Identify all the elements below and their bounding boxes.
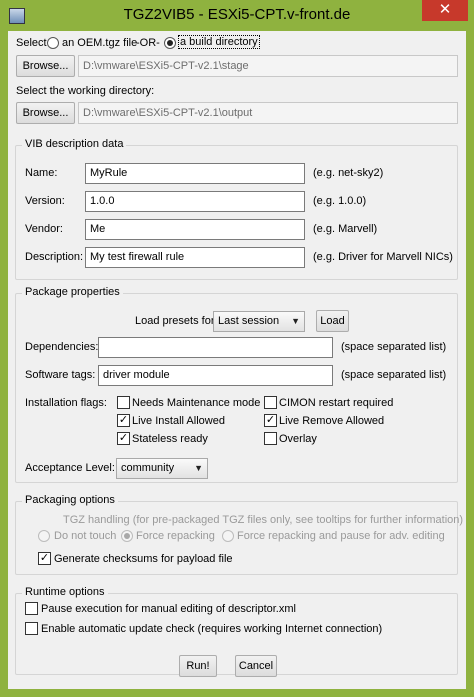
- flag-live-remove-checkbox[interactable]: ✓: [264, 414, 277, 427]
- package-group-title: Package properties: [22, 286, 123, 298]
- chevron-down-icon: ▼: [291, 316, 300, 326]
- software-tags-label: Software tags:: [25, 369, 96, 381]
- flag-cimon-label[interactable]: CIMON restart required: [279, 397, 393, 409]
- auto-update-label[interactable]: Enable automatic update check (requires …: [41, 623, 382, 635]
- app-window: TGZ2VIB5 - ESXi5-CPT.v-front.de ✕ Select…: [0, 0, 474, 697]
- version-hint: (e.g. 1.0.0): [313, 195, 367, 207]
- chevron-down-icon: ▼: [194, 463, 203, 473]
- dependencies-hint: (space separated list): [341, 341, 447, 353]
- version-label: Version:: [25, 195, 65, 207]
- flag-stateless-label[interactable]: Stateless ready: [132, 433, 208, 445]
- name-input[interactable]: MyRule: [85, 163, 305, 184]
- dialog-body: Select an OEM.tgz file -OR- a build dire…: [8, 31, 466, 689]
- select-label: Select: [16, 37, 47, 49]
- flag-overlay-checkbox[interactable]: [264, 432, 277, 445]
- installation-flags-label: Installation flags:: [25, 397, 107, 409]
- description-hint: (e.g. Driver for Marvell NICs): [313, 251, 453, 263]
- window-title: TGZ2VIB5 - ESXi5-CPT.v-front.de: [123, 6, 351, 23]
- browse-workdir-button[interactable]: Browse...: [16, 102, 75, 124]
- flag-cimon-checkbox[interactable]: [264, 396, 277, 409]
- description-input[interactable]: My test firewall rule: [85, 247, 305, 268]
- workdir-label: Select the working directory:: [16, 85, 155, 97]
- runtime-group-title: Runtime options: [22, 586, 108, 598]
- flag-overlay-label[interactable]: Overlay: [279, 433, 317, 445]
- run-button[interactable]: Run!: [179, 655, 217, 677]
- radio-build-label[interactable]: a build directory: [178, 35, 260, 49]
- presets-value: Last session: [218, 315, 280, 327]
- generate-checksums-label[interactable]: Generate checksums for payload file: [54, 553, 233, 565]
- flag-stateless-checkbox[interactable]: ✓: [117, 432, 130, 445]
- vib-group-title: VIB description data: [22, 138, 127, 150]
- dependencies-label: Dependencies:: [25, 341, 99, 353]
- acceptance-level-label: Acceptance Level:: [25, 462, 115, 474]
- browse-source-button[interactable]: Browse...: [16, 55, 75, 77]
- tgz-handling-label: TGZ handling (for pre-packaged TGZ files…: [63, 514, 464, 526]
- presets-label: Load presets for:: [135, 315, 218, 327]
- pause-execution-label[interactable]: Pause execution for manual editing of de…: [41, 603, 296, 615]
- tgz-force-pause-radio[interactable]: [222, 530, 234, 542]
- tgz-force-repacking-radio[interactable]: [121, 530, 133, 542]
- vendor-label: Vendor:: [25, 223, 63, 235]
- tgz-do-not-touch-label[interactable]: Do not touch: [54, 530, 116, 542]
- vendor-hint: (e.g. Marvell): [313, 223, 378, 235]
- flag-live-install-label[interactable]: Live Install Allowed: [132, 415, 225, 427]
- software-tags-input[interactable]: driver module: [98, 365, 333, 386]
- workdir-path-field[interactable]: D:\vmware\ESXi5-CPT-v2.1\output: [78, 102, 458, 124]
- tgz-force-repacking-label[interactable]: Force repacking: [136, 530, 215, 542]
- name-label: Name:: [25, 167, 58, 179]
- flag-live-install-checkbox[interactable]: ✓: [117, 414, 130, 427]
- or-label: -OR-: [136, 37, 160, 49]
- version-input[interactable]: 1.0.0: [85, 191, 305, 212]
- tgz-force-pause-label[interactable]: Force repacking and pause for adv. editi…: [237, 530, 445, 542]
- title-bar[interactable]: TGZ2VIB5 - ESXi5-CPT.v-front.de ✕: [0, 0, 474, 32]
- packaging-group-title: Packaging options: [22, 494, 118, 506]
- flag-live-remove-label[interactable]: Live Remove Allowed: [279, 415, 384, 427]
- dependencies-input[interactable]: [98, 337, 333, 358]
- radio-build-dir[interactable]: [164, 37, 176, 49]
- flag-maintenance-checkbox[interactable]: [117, 396, 130, 409]
- radio-oem-label[interactable]: an OEM.tgz file: [62, 37, 137, 49]
- generate-checksums-checkbox[interactable]: ✓: [38, 552, 51, 565]
- radio-oem-file[interactable]: [47, 37, 59, 49]
- source-path-field[interactable]: D:\vmware\ESXi5-CPT-v2.1\stage: [78, 55, 458, 77]
- close-button[interactable]: ✕: [422, 0, 468, 21]
- auto-update-checkbox[interactable]: [25, 622, 38, 635]
- load-presets-button[interactable]: Load: [316, 310, 349, 332]
- acceptance-level-dropdown[interactable]: community ▼: [116, 458, 208, 479]
- presets-dropdown[interactable]: Last session ▼: [213, 311, 305, 332]
- vendor-input[interactable]: Me: [85, 219, 305, 240]
- acceptance-level-value: community: [121, 462, 175, 474]
- flag-maintenance-label[interactable]: Needs Maintenance mode: [132, 397, 260, 409]
- pause-execution-checkbox[interactable]: [25, 602, 38, 615]
- software-tags-hint: (space separated list): [341, 369, 447, 381]
- description-label: Description:: [25, 251, 84, 263]
- cancel-button[interactable]: Cancel: [235, 655, 277, 677]
- name-hint: (e.g. net-sky2): [313, 167, 384, 179]
- tgz-do-not-touch-radio[interactable]: [38, 530, 50, 542]
